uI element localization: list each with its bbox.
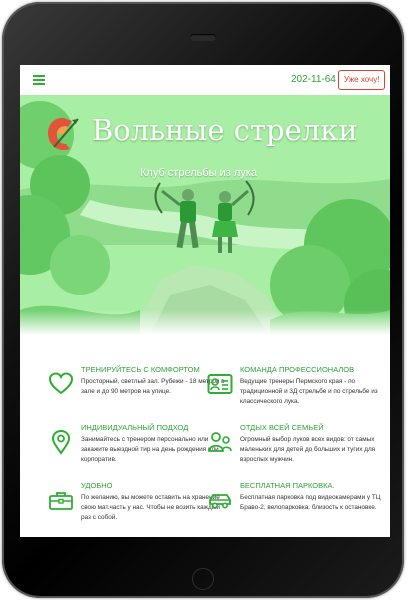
id-card-icon: [207, 374, 233, 394]
feature-text: Ведущие тренеры Пермского края - по трад…: [240, 378, 378, 405]
toolbox-icon: [49, 492, 73, 510]
feature-title: ИНДИВИДУАЛЬНЫЙ ПОДХОД: [81, 423, 189, 432]
feature-text: По желанию, вы можете оставить на хранен…: [81, 494, 220, 521]
feature-text: Просторный, светлый зал. Рубежи - 18 мет…: [81, 378, 225, 395]
feature-title: БЕСПЛАТНАЯ ПАРКОВКА.: [240, 481, 335, 490]
feature-text: Бесплатная парковка под видеокамерами у …: [240, 494, 381, 511]
club-logo-icon: [48, 117, 79, 151]
features-section: ТРЕНИРУЙТЕСЬ С КОМФОРТОМ Просторный, све…: [20, 335, 390, 537]
home-button[interactable]: [192, 568, 214, 590]
hero-banner: Вольные стрелки Клуб стрельбы из лука: [20, 95, 390, 335]
heart-icon: [48, 372, 74, 395]
family-icon: [208, 432, 232, 452]
feature-title: ОТДЫХ ВСЕЙ СЕМЬЕЙ: [240, 423, 324, 432]
feature-title: ТРЕНИРУЙТЕСЬ С КОМФОРТОМ: [81, 365, 200, 374]
feature-text: Огромный выбор луков всех видов: от самы…: [240, 436, 376, 463]
phone-number[interactable]: 202-11-64: [291, 74, 336, 85]
hero-subtitle: Клуб стрельбы из лука: [140, 167, 257, 179]
tablet-frame: 202-11-64 Уже хочу! Вольные стрелки Клуб…: [2, 2, 404, 598]
want-now-button[interactable]: Уже хочу!: [338, 70, 386, 90]
speaker-grille: [190, 34, 216, 41]
top-bar: 202-11-64 Уже хочу!: [20, 65, 390, 95]
car-icon: [209, 494, 231, 509]
location-pin-icon: [51, 429, 71, 455]
feature-title: УДОБНО: [81, 481, 113, 490]
feature-title: КОМАНДА ПРОФЕССИОНАЛОВ: [240, 365, 355, 374]
screen: 202-11-64 Уже хочу! Вольные стрелки Клуб…: [20, 65, 390, 537]
hamburger-menu-icon[interactable]: [33, 75, 45, 85]
hero-title: Вольные стрелки: [92, 113, 358, 147]
feature-text: Занимайтесь с тренером персонально или з…: [81, 436, 219, 463]
